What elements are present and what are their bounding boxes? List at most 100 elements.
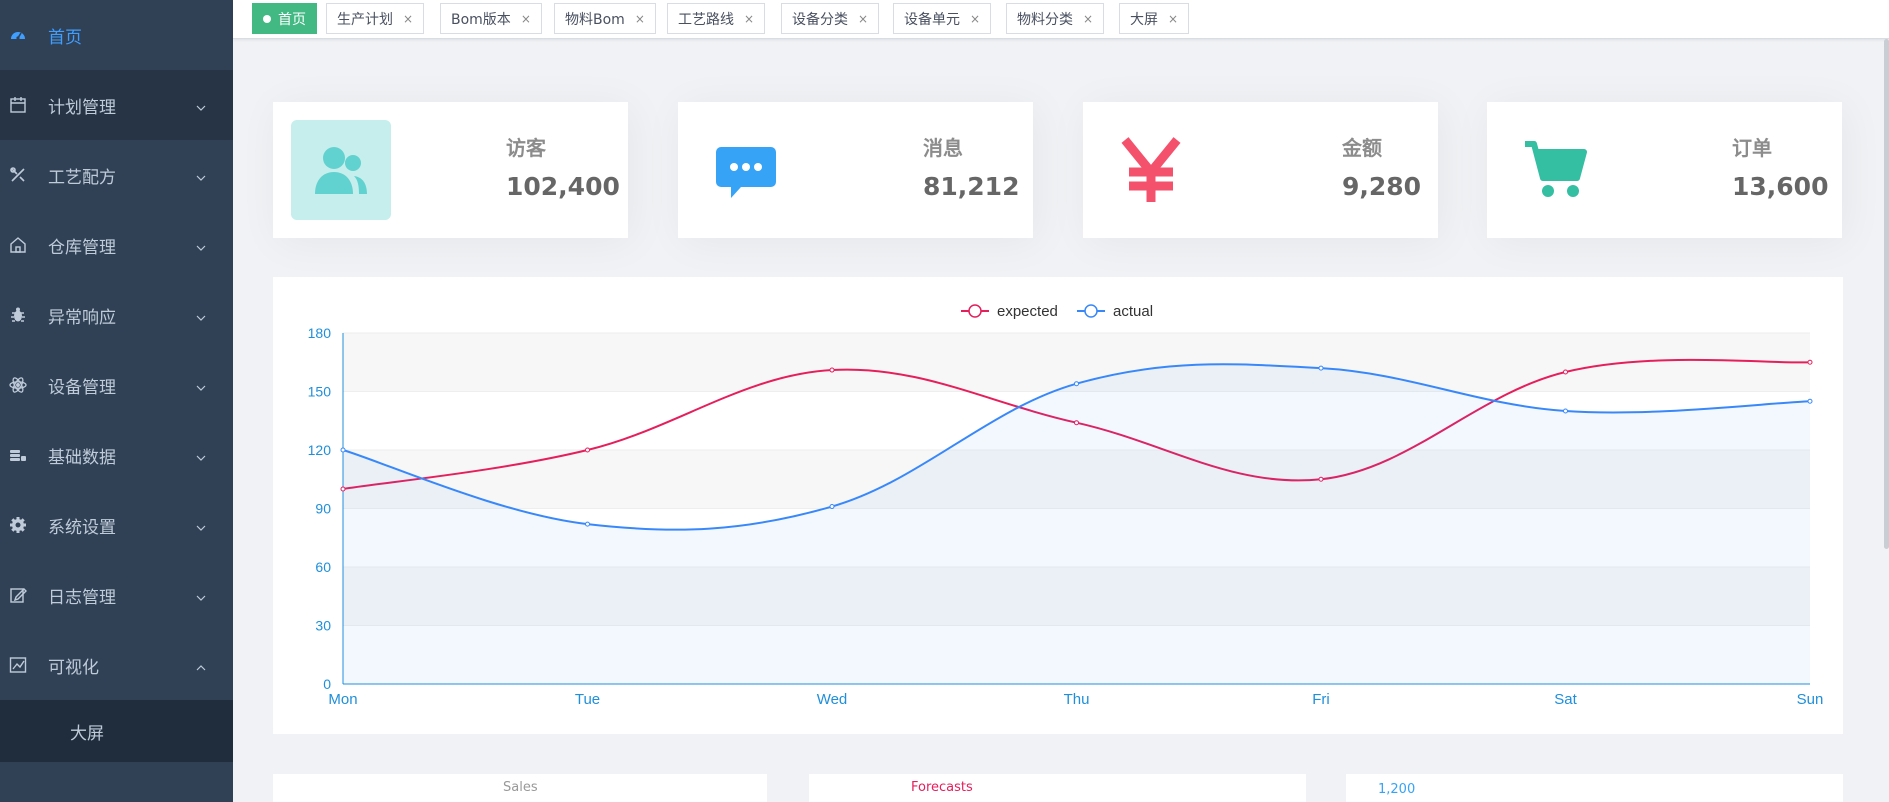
dashboard-icon bbox=[9, 26, 27, 44]
data-point-expected bbox=[585, 447, 590, 453]
tag-label: 物料Bom bbox=[565, 11, 625, 28]
close-icon[interactable]: × bbox=[1168, 12, 1178, 26]
mini-panel-title: Forecasts bbox=[911, 780, 973, 795]
close-icon[interactable]: × bbox=[1083, 12, 1093, 26]
x-tick-label: Tue bbox=[575, 691, 600, 708]
tag-3[interactable]: 物料Bom × bbox=[554, 3, 656, 34]
stat-card-people[interactable]: 访客 102,400 bbox=[273, 102, 628, 238]
tag-label: 设备分类 bbox=[792, 11, 848, 28]
sidebar-item-4[interactable]: 异常响应 bbox=[0, 280, 233, 350]
mini-panel-title: 1,200 bbox=[1378, 782, 1416, 797]
chevron-up-icon bbox=[195, 659, 207, 671]
legend-label-actual: actual bbox=[1113, 303, 1153, 320]
tag-label: 生产计划 bbox=[337, 11, 393, 28]
y-tick-label: 90 bbox=[315, 501, 331, 517]
tag-4[interactable]: 工艺路线 × bbox=[667, 3, 766, 34]
x-tick-label: Thu bbox=[1064, 691, 1090, 708]
line-chart: 0 30 60 90 120 150 180 Mon Tue Wed Thu Fri Sat Sun exp… bbox=[308, 303, 1824, 708]
chevron-down-icon bbox=[195, 449, 207, 461]
y-tick-label: 180 bbox=[308, 325, 332, 341]
chevron-down-icon bbox=[195, 239, 207, 251]
tag-1[interactable]: 生产计划 × bbox=[326, 3, 425, 34]
x-tick-label: Mon bbox=[328, 691, 357, 708]
message-icon bbox=[696, 120, 796, 220]
tags-view-bar: 首页 生产计划 × Bom版本 × 物料Bom × 工艺路线 × 设备分类 × 设备单元 × 物料分类 × 大… bbox=[233, 0, 1889, 39]
close-icon[interactable]: × bbox=[858, 12, 868, 26]
close-icon[interactable]: × bbox=[521, 12, 531, 26]
chevron-down-icon bbox=[195, 589, 207, 601]
chevron-down-icon bbox=[195, 309, 207, 321]
chevron-down-icon bbox=[195, 519, 207, 531]
close-icon[interactable]: × bbox=[403, 12, 413, 26]
vertical-scrollbar[interactable] bbox=[1884, 39, 1889, 549]
sidebar-item-2[interactable]: 工艺配方 bbox=[0, 140, 233, 210]
data-point-expected bbox=[1563, 369, 1568, 375]
close-icon[interactable]: × bbox=[635, 12, 645, 26]
sidebar-item-label: 首页 bbox=[48, 27, 82, 48]
cart-icon bbox=[1505, 120, 1605, 220]
sidebar-item-label: 计划管理 bbox=[48, 97, 116, 118]
stat-card-value: 13,600 bbox=[1732, 172, 1829, 201]
sidebar-item-6[interactable]: 基础数据 bbox=[0, 420, 233, 490]
x-tick-label: Sat bbox=[1554, 691, 1577, 708]
gear-icon bbox=[9, 516, 27, 534]
sidebar-item-8[interactable]: 日志管理 bbox=[0, 560, 233, 630]
people-icon bbox=[291, 120, 391, 220]
tag-2[interactable]: Bom版本 × bbox=[440, 3, 542, 34]
stat-card-message[interactable]: 消息 81,212 bbox=[678, 102, 1033, 238]
sidebar-item-1[interactable]: 计划管理 bbox=[0, 70, 233, 140]
stat-card-yen[interactable]: 金额 9,280 bbox=[1083, 102, 1438, 238]
tag-5[interactable]: 设备分类 × bbox=[781, 3, 880, 34]
sidebar-item-label: 基础数据 bbox=[48, 447, 116, 468]
sidebar-item-3[interactable]: 仓库管理 bbox=[0, 210, 233, 280]
y-tick-label: 120 bbox=[308, 442, 332, 458]
tag-6[interactable]: 设备单元 × bbox=[893, 3, 992, 34]
mini-panel-forecasts: Forecasts bbox=[809, 774, 1306, 802]
sidebar-item-label: 可视化 bbox=[48, 657, 99, 678]
chevron-down-icon bbox=[195, 379, 207, 391]
mini-panel-third: 1,200 bbox=[1346, 774, 1843, 802]
tag-label: 物料分类 bbox=[1017, 11, 1073, 28]
x-tick-label: Wed bbox=[817, 691, 848, 708]
close-icon[interactable]: × bbox=[970, 12, 980, 26]
active-dot-icon bbox=[263, 14, 271, 23]
sidebar-item-label: 设备管理 bbox=[48, 377, 116, 398]
chart-icon bbox=[9, 656, 27, 674]
tag-label: 大屏 bbox=[1130, 11, 1158, 28]
data-point-actual bbox=[585, 521, 590, 527]
sidebar-item-label: 异常响应 bbox=[48, 307, 116, 328]
mini-panel-sales: Sales bbox=[273, 774, 767, 802]
data-point-actual bbox=[1807, 398, 1813, 404]
data-point-actual bbox=[829, 504, 835, 510]
calendar-icon bbox=[9, 96, 27, 114]
legend-label-expected: expected bbox=[997, 303, 1058, 320]
sidebar-item-label: 系统设置 bbox=[48, 517, 116, 538]
data-point-expected bbox=[829, 367, 835, 373]
tag-7[interactable]: 物料分类 × bbox=[1006, 3, 1105, 34]
sidebar-item-5[interactable]: 设备管理 bbox=[0, 350, 233, 420]
tag-8[interactable]: 大屏 × bbox=[1119, 3, 1190, 34]
sidebar-item-0[interactable]: 首页 bbox=[0, 0, 233, 70]
y-tick-label: 0 bbox=[323, 676, 331, 692]
legend-marker-actual bbox=[1084, 304, 1098, 318]
sidebar-item-7[interactable]: 系统设置 bbox=[0, 490, 233, 560]
sidebar-item-label: 日志管理 bbox=[48, 587, 116, 608]
close-icon[interactable]: × bbox=[744, 12, 754, 26]
tag-0[interactable]: 首页 bbox=[252, 3, 317, 34]
chevron-down-icon bbox=[195, 99, 207, 111]
data-point-actual bbox=[1563, 408, 1568, 414]
sidebar-item-label: 仓库管理 bbox=[48, 237, 116, 258]
main-content: 访客 102,400 消息 81,212 金额 9,280 订单 13,600 0 30 60 90… bbox=[233, 39, 1889, 802]
tools-icon bbox=[9, 166, 27, 184]
chevron-down-icon bbox=[195, 169, 207, 181]
sidebar-item-label: 工艺配方 bbox=[48, 167, 116, 188]
data-point-actual bbox=[340, 447, 346, 453]
data-point-expected bbox=[1807, 359, 1813, 365]
data-point-actual bbox=[1074, 381, 1079, 387]
y-tick-label: 30 bbox=[315, 618, 331, 634]
sidebar-subitem-dashboard-screen[interactable]: 大屏 bbox=[0, 700, 233, 762]
tag-label: Bom版本 bbox=[451, 11, 511, 28]
sidebar-item-9[interactable]: 可视化 bbox=[0, 630, 233, 700]
stat-card-cart[interactable]: 订单 13,600 bbox=[1487, 102, 1842, 238]
stat-card-value: 102,400 bbox=[506, 172, 620, 201]
